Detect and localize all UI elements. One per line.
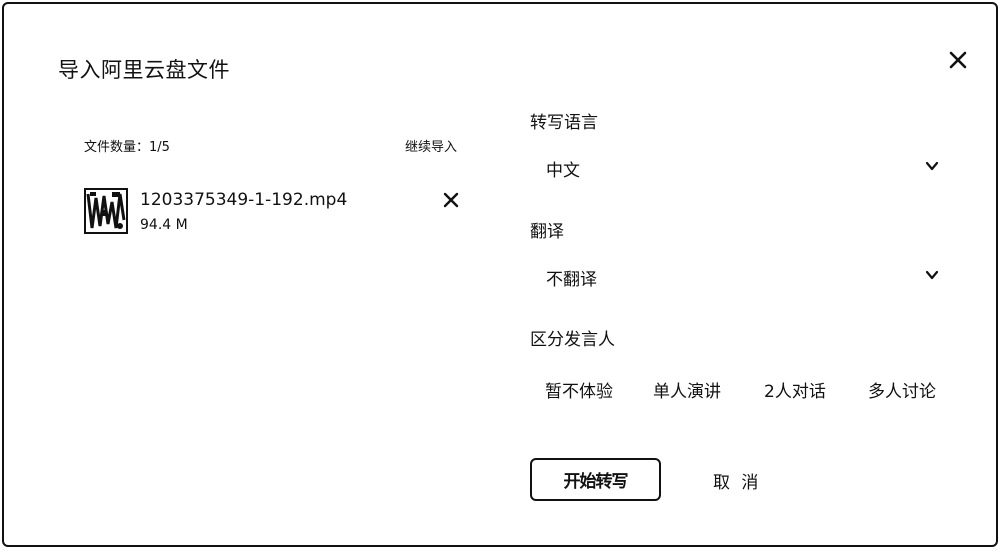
- transcribe-language-label: 转写语言: [530, 113, 598, 133]
- cancel-button[interactable]: 取 消: [713, 468, 761, 493]
- transcribe-language-select[interactable]: 中文: [530, 148, 950, 184]
- speaker-option-single[interactable]: 单人演讲: [653, 377, 721, 402]
- dialog-title: 导入阿里云盘文件: [58, 58, 230, 82]
- import-dialog: 导入阿里云盘文件 文件数量：1/5 继续导入 1203375349-1-192.…: [2, 2, 998, 547]
- start-transcribe-button[interactable]: 开始转写: [530, 458, 661, 501]
- file-size: 94.4 M: [140, 217, 188, 233]
- chevron-down-icon: [924, 158, 940, 174]
- chevron-down-icon: [924, 267, 940, 283]
- file-count: 文件数量：1/5: [84, 140, 170, 155]
- speaker-option-multi[interactable]: 多人讨论: [868, 377, 936, 402]
- speaker-option-skip[interactable]: 暂不体验: [545, 377, 613, 402]
- translate-select[interactable]: 不翻译: [530, 257, 950, 293]
- speaker-label: 区分发言人: [530, 330, 615, 350]
- speaker-option-two[interactable]: 2人对话: [764, 377, 826, 402]
- translate-value: 不翻译: [546, 270, 597, 290]
- translate-label: 翻译: [530, 222, 564, 242]
- file-name: 1203375349-1-192.mp4: [140, 190, 348, 210]
- file-item: 1203375349-1-192.mp4 94.4 M: [84, 186, 474, 236]
- video-thumbnail: [84, 188, 128, 234]
- continue-import-link[interactable]: 继续导入: [405, 136, 457, 155]
- transcribe-language-value: 中文: [546, 161, 580, 181]
- start-transcribe-label: 开始转写: [563, 472, 629, 492]
- close-icon[interactable]: [944, 46, 972, 74]
- remove-file-icon[interactable]: [441, 190, 461, 210]
